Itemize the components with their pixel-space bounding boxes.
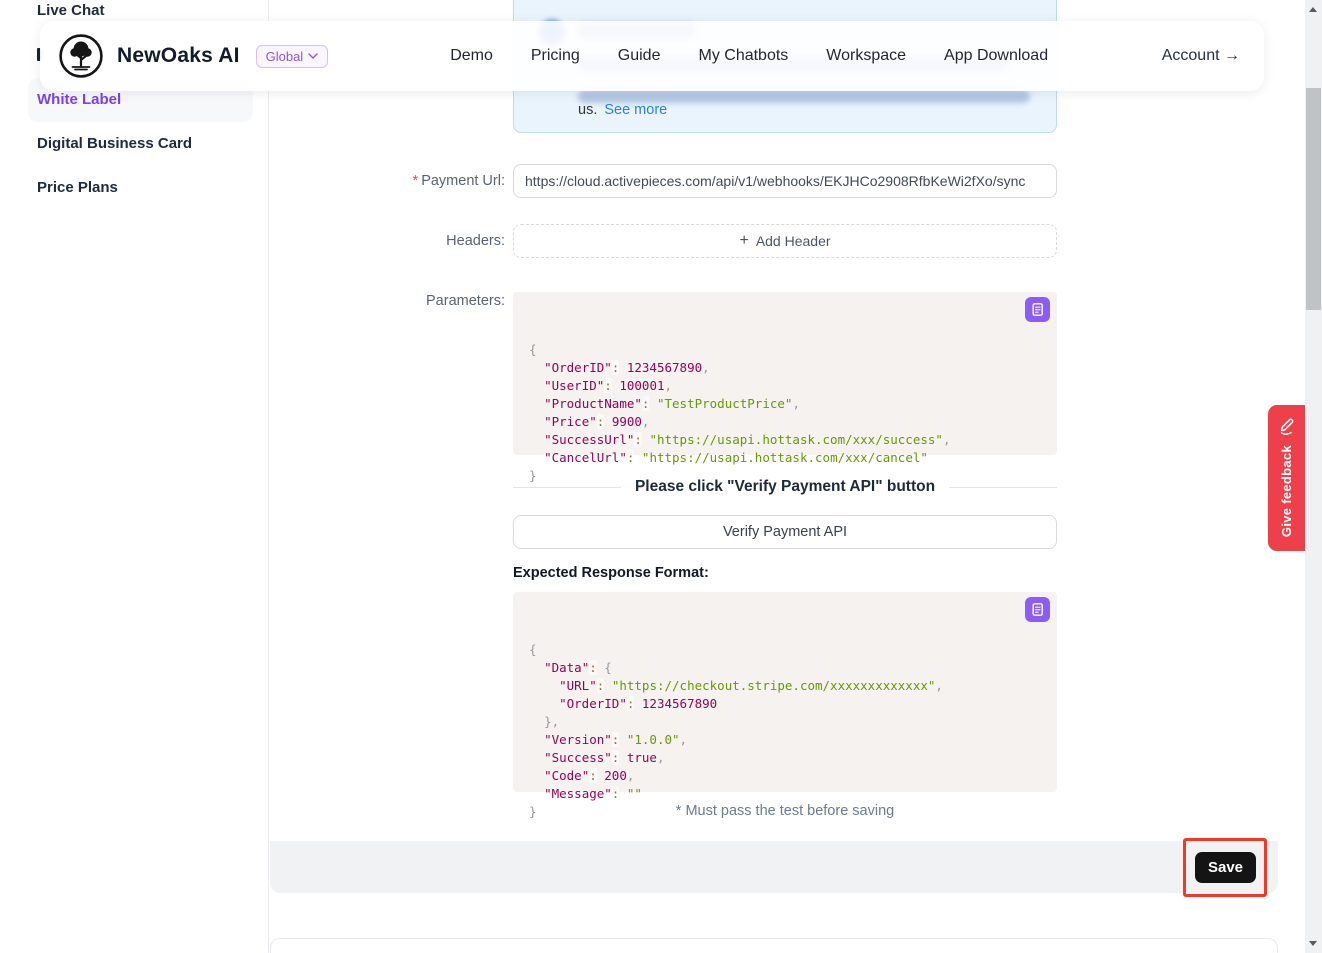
copy-button[interactable] bbox=[1025, 597, 1050, 622]
nav-item-app-download[interactable]: App Download bbox=[944, 47, 1048, 65]
divider-line bbox=[949, 487, 1057, 488]
payment-url-label: *Payment Url: bbox=[270, 173, 505, 189]
nav-links: Demo Pricing Guide My Chatbots Workspace… bbox=[450, 47, 1048, 65]
sidebar-item-price-plans[interactable]: Price Plans bbox=[37, 179, 118, 196]
add-header-label: Add Header bbox=[756, 233, 831, 249]
next-section-card bbox=[270, 938, 1278, 953]
copy-icon bbox=[1029, 601, 1046, 618]
divider-line bbox=[513, 487, 621, 488]
add-header-button[interactable]: + Add Header bbox=[513, 224, 1057, 258]
plus-icon: + bbox=[739, 233, 748, 249]
parameters-code-block: { "OrderID": 1234567890, "UserID": 10000… bbox=[513, 292, 1057, 455]
sidebar-item-live-chat[interactable]: Live Chat bbox=[37, 2, 105, 19]
feedback-tab-label: Give feedback bbox=[1279, 445, 1294, 537]
nav-item-my-chatbots[interactable]: My Chatbots bbox=[698, 47, 788, 65]
expected-response-label: Expected Response Format: bbox=[513, 565, 709, 581]
brand-name: NewOaks AI bbox=[117, 44, 240, 68]
nav-item-demo[interactable]: Demo bbox=[450, 47, 493, 65]
pencil-icon bbox=[1277, 415, 1297, 435]
region-selector[interactable]: Global bbox=[256, 45, 329, 68]
nav-item-workspace[interactable]: Workspace bbox=[826, 47, 906, 65]
scrollbar-thumb[interactable] bbox=[1306, 88, 1321, 310]
parameters-json: { "OrderID": 1234567890, "UserID": 10000… bbox=[529, 341, 1041, 485]
account-button[interactable]: Account → bbox=[1162, 47, 1240, 65]
see-more-link[interactable]: See more bbox=[604, 102, 667, 118]
region-label: Global bbox=[266, 49, 304, 64]
parameters-label: Parameters: bbox=[270, 293, 505, 309]
reminder-text: us. See more bbox=[578, 102, 667, 118]
payment-url-input[interactable] bbox=[513, 164, 1057, 198]
nav-item-pricing[interactable]: Pricing bbox=[531, 47, 580, 65]
sidebar-item-white-label[interactable]: White Label bbox=[37, 91, 121, 108]
scroll-up-arrow-icon[interactable] bbox=[1309, 7, 1317, 12]
headers-label: Headers: bbox=[270, 233, 505, 249]
sidebar-item-digital-business-card[interactable]: Digital Business Card bbox=[37, 135, 192, 152]
verify-payment-api-button[interactable]: Verify Payment API bbox=[513, 515, 1057, 549]
expected-response-code-block: { "Data": { "URL": "https://checkout.str… bbox=[513, 592, 1057, 792]
scroll-down-arrow-icon[interactable] bbox=[1309, 941, 1317, 946]
chevron-down-icon bbox=[308, 53, 318, 59]
page: us. See more Live Chat White Label Digita… bbox=[0, 0, 1322, 953]
divider: Please click "Verify Payment API" button bbox=[513, 476, 1057, 498]
sidebar: Live Chat White Label Digital Business C… bbox=[0, 0, 269, 953]
expected-response-json: { "Data": { "URL": "https://checkout.str… bbox=[529, 641, 1041, 821]
copy-button[interactable] bbox=[1025, 297, 1050, 322]
save-button[interactable]: Save bbox=[1195, 852, 1256, 883]
scrollbar-track[interactable] bbox=[1305, 0, 1322, 953]
top-navbar: NewOaks AI Global Demo Pricing Guide My … bbox=[40, 21, 1264, 91]
brand-logo-icon bbox=[58, 33, 104, 79]
copy-icon bbox=[1029, 301, 1046, 318]
form-footer-bar bbox=[270, 841, 1278, 893]
give-feedback-tab[interactable]: Give feedback bbox=[1268, 405, 1305, 551]
must-pass-note: * Must pass the test before saving bbox=[513, 803, 1057, 819]
nav-item-guide[interactable]: Guide bbox=[618, 47, 661, 65]
reminder-trailing-text: us. bbox=[578, 102, 597, 118]
required-asterisk: * bbox=[413, 173, 419, 189]
divider-text: Please click "Verify Payment API" button bbox=[621, 478, 949, 496]
